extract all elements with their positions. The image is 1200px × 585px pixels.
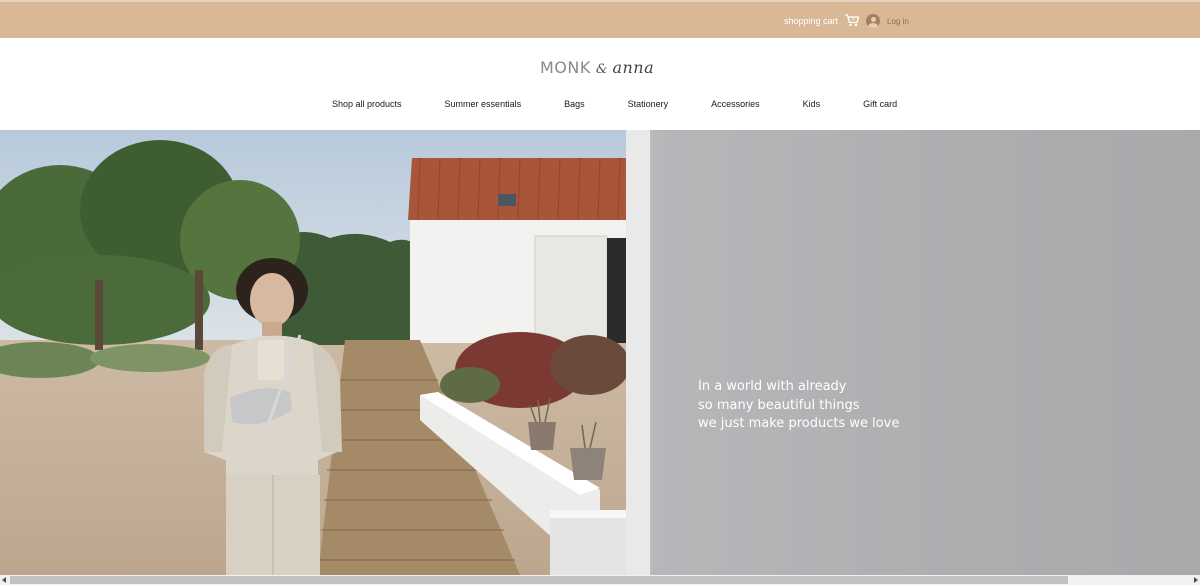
- logo-word-anna: anna: [612, 58, 655, 77]
- login-link[interactable]: Log in: [866, 11, 909, 31]
- login-label: Log in: [887, 16, 909, 26]
- nav-item-summer-essentials[interactable]: Summer essentials: [445, 99, 522, 109]
- logo-word-monk: MONK: [540, 58, 591, 77]
- nav-item-bags[interactable]: Bags: [564, 99, 585, 109]
- shopping-cart-link[interactable]: shopping cart 0: [784, 11, 860, 31]
- hero-image: [0, 130, 1200, 575]
- shopping-cart-label: shopping cart: [784, 16, 839, 26]
- nav-item-shop-all-products[interactable]: Shop all products: [332, 99, 402, 109]
- svg-text:0: 0: [852, 17, 855, 23]
- hero-tagline-line: we just make products we love: [698, 416, 900, 431]
- nav-item-gift-card[interactable]: Gift card: [863, 99, 897, 109]
- hero-tagline-line: so many beautiful things: [698, 397, 860, 413]
- hero-banner: In a world with already so many beautifu…: [0, 130, 1200, 575]
- hero-tagline: In a world with already so many beautifu…: [698, 378, 899, 434]
- shopping-cart-icon: 0: [844, 13, 860, 29]
- nav-item-accessories[interactable]: Accessories: [711, 99, 760, 109]
- scroll-right-icon[interactable]: [1194, 577, 1198, 583]
- nav-item-stationery[interactable]: Stationery: [628, 99, 669, 109]
- brand-logo[interactable]: MONK & anna: [540, 58, 654, 80]
- top-bar: shopping cart 0 Log in: [0, 0, 1200, 38]
- nav-item-kids[interactable]: Kids: [803, 99, 821, 109]
- scroll-left-icon[interactable]: [2, 577, 6, 583]
- avatar-icon: [866, 14, 880, 28]
- logo-ampersand: &: [595, 62, 608, 77]
- main-nav: Shop all products Summer essentials Bags…: [332, 96, 897, 112]
- scrollbar-thumb[interactable]: [10, 576, 1068, 584]
- hero-tagline-line: In a world with already: [698, 379, 847, 394]
- horizontal-scrollbar[interactable]: [0, 575, 1200, 585]
